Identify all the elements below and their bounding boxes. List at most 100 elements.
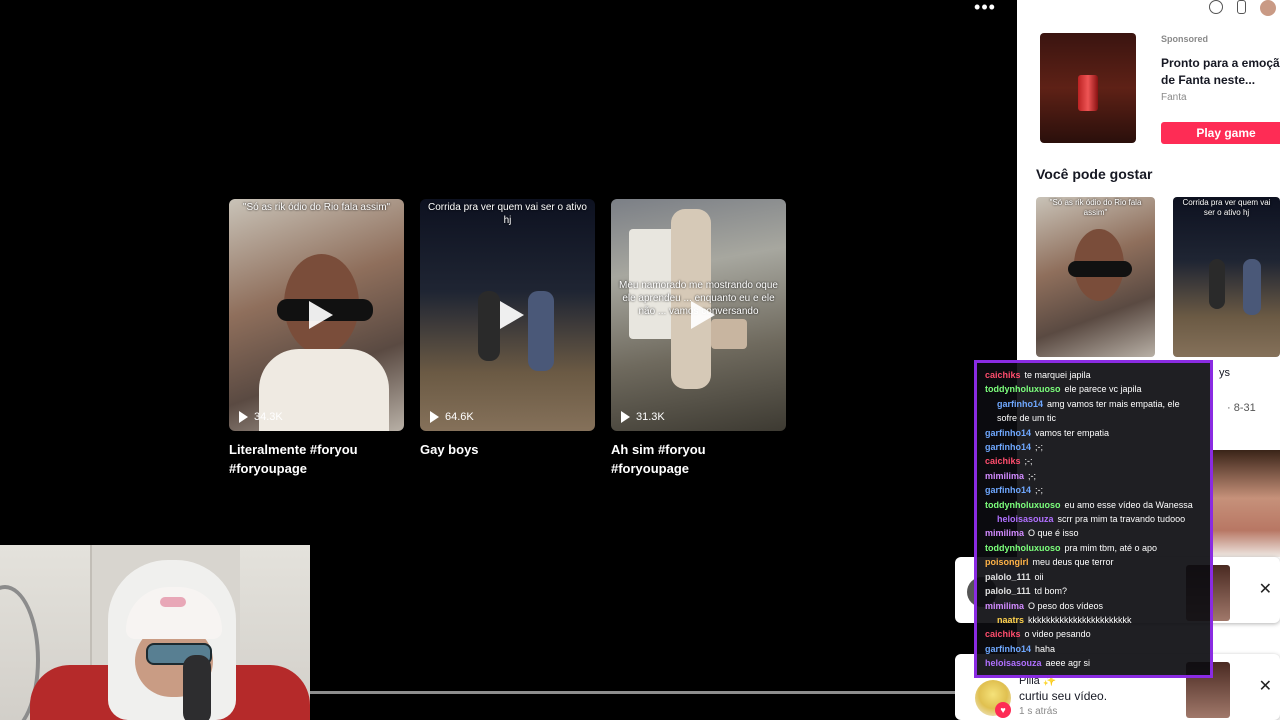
video-caption: "Só as rik ódio do Rio fala assim" (1049, 198, 1142, 217)
chat-username: palolo_111 (985, 586, 1031, 597)
ad-title-line: de Fanta neste... (1161, 73, 1256, 87)
avatar[interactable] (1260, 0, 1276, 16)
chat-username: toddynholuxuoso (985, 384, 1061, 395)
chat-text: vamos ter empatia (1035, 427, 1110, 438)
chat-text: eu amo esse vídeo da Wanessa (1064, 499, 1193, 510)
chat-message: garfinho14 ;-; (985, 440, 1202, 454)
video-title[interactable]: Gay boys (420, 440, 595, 459)
video-thumbnail[interactable]: Corrida pra ver quem vai ser o ativo hj … (420, 199, 595, 431)
chat-text: O que é isso (1028, 528, 1079, 539)
chat-username: garfinho14 (985, 485, 1032, 496)
play-game-button[interactable]: Play game (1161, 122, 1280, 144)
phone-icon[interactable] (1237, 0, 1246, 14)
close-icon[interactable]: ✕ (1259, 579, 1272, 599)
heart-icon: ♥ (995, 702, 1011, 718)
chat-username: heloisasouza (997, 514, 1054, 525)
recommended-video[interactable]: "Só as rik ódio do Rio fala assim" (1036, 197, 1155, 357)
chat-username: garfinho14 (985, 442, 1032, 453)
chat-text: o video pesando (1024, 629, 1091, 640)
video-caption: Corrida pra ver quem vai ser o ativo hj (428, 202, 587, 226)
chat-message: palolo_111 oii (985, 570, 1202, 584)
chat-username: poisongirl (985, 557, 1029, 568)
chat-message: caichiks o video pesando (985, 627, 1202, 641)
chat-username: caichiks (985, 370, 1021, 380)
chat-text: te marquei japila (1024, 370, 1091, 380)
recommendations-heading: Você pode gostar (1036, 166, 1153, 182)
chat-message: toddynholuxuoso eu amo esse vídeo da Wane… (985, 498, 1202, 512)
play-icon (430, 411, 439, 423)
stream-chat-overlay: caichiks te marquei japila toddynholuxuoso… (974, 360, 1213, 678)
ad-sponsored-label: Sponsored (1161, 34, 1209, 44)
chat-message: mimilima ;-; (985, 469, 1202, 483)
chat-message: garfinho14 amg vamos ter mais empatia, el… (985, 397, 1202, 426)
chat-text: ;-; (1035, 442, 1044, 453)
recommended-date: · 8-31 (1227, 402, 1256, 414)
video-card[interactable]: Meu namorado me mostrando oque ele apren… (611, 199, 786, 478)
view-count: 31.3K (621, 411, 665, 423)
chat-username: mimilima (985, 600, 1025, 611)
chat-message: toddynholuxuoso pra mim tbm, até o apo (985, 541, 1202, 555)
chat-message: poisongirl meu deus que terror (985, 555, 1202, 569)
chat-text: ;-; (1028, 470, 1037, 481)
recommended-title[interactable]: ys (1219, 367, 1230, 379)
chat-message: mimilima O que é isso (985, 526, 1202, 540)
chat-message: caichiks te marquei japila (985, 368, 1202, 382)
chat-username: caichiks (985, 629, 1021, 640)
video-thumbnail[interactable]: Meu namorado me mostrando oque ele apren… (611, 199, 786, 431)
chat-message: naatrs kkkkkkkkkkkkkkkkkkkkkkk (985, 613, 1202, 627)
chat-message: garfinho14 ;-; (985, 483, 1202, 497)
chat-message: heloisasouza aeee agr si (985, 656, 1202, 670)
video-caption: Corrida pra ver quem vai ser o ativo hj (1182, 198, 1271, 217)
view-count-label: 64.6K (445, 411, 474, 423)
chat-text: ele parece vc japila (1064, 384, 1142, 395)
recommended-video[interactable]: Corrida pra ver quem vai ser o ativo hj (1173, 197, 1280, 357)
chat-username: mimilima (985, 470, 1025, 481)
chat-text: meu deus que terror (1032, 557, 1114, 568)
video-title[interactable]: Ah sim #foryou #foryoupage (611, 440, 786, 478)
microphone (183, 655, 211, 720)
video-progress-bar[interactable] (310, 691, 955, 694)
chat-message: caichiks ;-; (985, 454, 1202, 468)
chat-text: kkkkkkkkkkkkkkkkkkkkkkk (1028, 614, 1132, 625)
notification-message: curtiu seu vídeo. (1019, 689, 1108, 703)
play-icon (621, 411, 630, 423)
more-options-icon[interactable]: ••• (972, 0, 998, 16)
chat-text: oii (1034, 571, 1044, 582)
chat-text: pra mim tbm, até o apo (1064, 542, 1158, 553)
chat-text: td bom? (1034, 586, 1068, 597)
ad-thumbnail[interactable] (1040, 33, 1136, 143)
chat-username: mimilima (985, 528, 1025, 539)
ad-title[interactable]: Pronto para a emoção de Fanta neste... (1161, 55, 1280, 89)
video-thumbnail[interactable]: "Só as rik ódio do Rio fala assim" 34.3K (229, 199, 404, 431)
chat-username: toddynholuxuoso (985, 542, 1061, 553)
chat-message: palolo_111 td bom? (985, 584, 1202, 598)
video-title[interactable]: Literalmente #foryou #foryoupage (229, 440, 404, 478)
view-count: 34.3K (239, 411, 283, 423)
play-icon[interactable] (690, 301, 715, 329)
chat-username: garfinho14 (997, 398, 1044, 409)
chat-message: heloisasouza scrr pra mim ta travando tud… (985, 512, 1202, 526)
fanta-can-image (1078, 75, 1098, 111)
recommended-video[interactable] (1212, 450, 1280, 557)
chat-text: ;-; (1024, 456, 1033, 467)
view-count-label: 34.3K (254, 411, 283, 423)
chat-username: garfinho14 (985, 427, 1032, 438)
chat-username: garfinho14 (985, 643, 1032, 654)
video-card[interactable]: "Só as rik ódio do Rio fala assim" 34.3K… (229, 199, 404, 478)
chat-username: heloisasouza (985, 658, 1042, 669)
notification-time: 1 s atrás (1019, 706, 1058, 717)
top-toolbar (1180, 0, 1280, 16)
chat-message: toddynholuxuoso ele parece vc japila (985, 382, 1202, 396)
chat-message: mimilima O peso dos vídeos (985, 599, 1202, 613)
play-icon[interactable] (499, 301, 524, 329)
chat-username: palolo_111 (985, 571, 1031, 582)
video-card[interactable]: Corrida pra ver quem vai ser o ativo hj … (420, 199, 595, 459)
close-icon[interactable]: ✕ (1259, 676, 1272, 696)
play-icon (239, 411, 248, 423)
play-icon[interactable] (308, 301, 333, 329)
explore-icon[interactable] (1209, 0, 1223, 14)
video-grid: "Só as rik ódio do Rio fala assim" 34.3K… (229, 199, 789, 499)
chat-text: ;-; (1035, 485, 1044, 496)
chat-username: naatrs (997, 614, 1025, 625)
chat-message: garfinho14 vamos ter empatia (985, 426, 1202, 440)
